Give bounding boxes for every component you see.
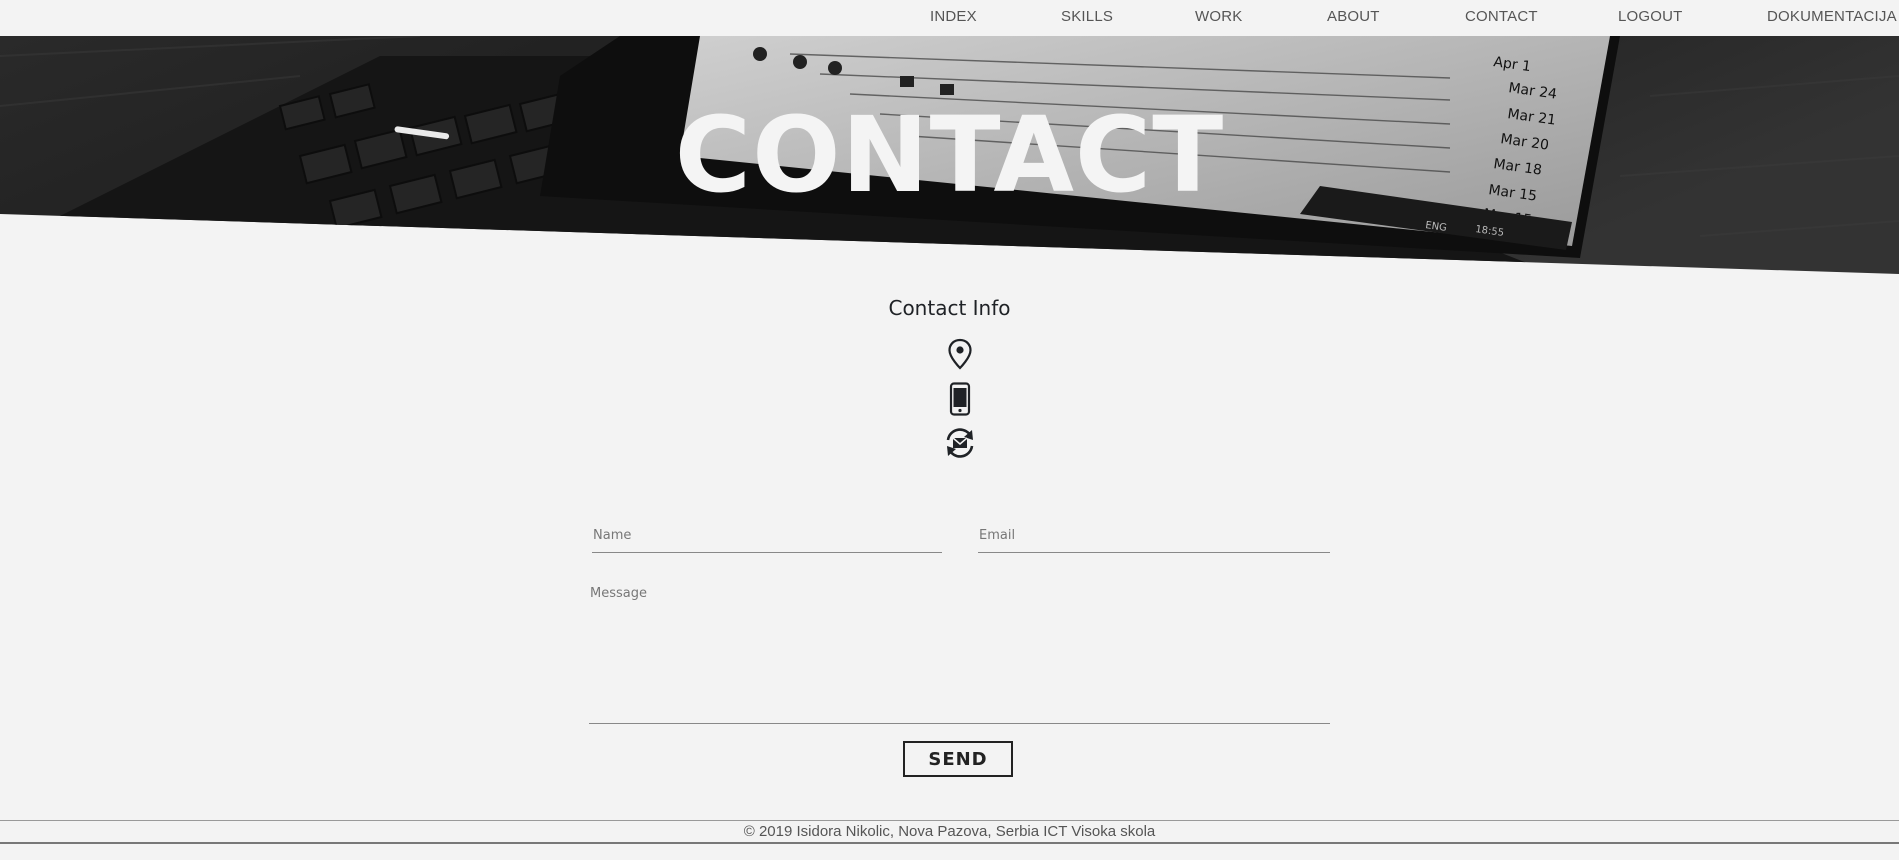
nav-item-work[interactable]: WORK (1195, 8, 1242, 25)
nav-item-skills[interactable]: SKILLS (1061, 8, 1113, 25)
name-field[interactable] (592, 526, 942, 553)
email-sync-icon (937, 425, 983, 461)
footer-copyright: © 2019 Isidora Nikolic, Nova Pazova, Ser… (743, 823, 1156, 840)
message-field[interactable] (589, 604, 1330, 724)
nav-item-about[interactable]: ABOUT (1327, 8, 1380, 25)
footer: © 2019 Isidora Nikolic, Nova Pazova, Ser… (0, 820, 1899, 844)
send-button[interactable]: SEND (903, 741, 1013, 777)
hero-banner: Apr 1 Mar 24 Mar 21 Mar 20 Mar 18 Mar 15… (0, 36, 1899, 276)
nav-item-index[interactable]: INDEX (930, 8, 977, 25)
nav-item-logout[interactable]: LOGOUT (1618, 8, 1683, 25)
mobile-phone-icon (937, 381, 983, 417)
contact-info-heading: Contact Info (888, 296, 1011, 320)
message-field-label: Message (590, 586, 647, 601)
page-title: CONTACT (674, 94, 1225, 216)
nav-item-dokumentacija[interactable]: DOKUMENTACIJA (1767, 8, 1897, 25)
nav-item-contact[interactable]: CONTACT (1465, 8, 1538, 25)
email-field[interactable] (978, 526, 1330, 553)
location-pin-icon (937, 336, 983, 372)
top-navigation: INDEX SKILLS WORK ABOUT CONTACT LOGOUT D… (0, 0, 1899, 36)
